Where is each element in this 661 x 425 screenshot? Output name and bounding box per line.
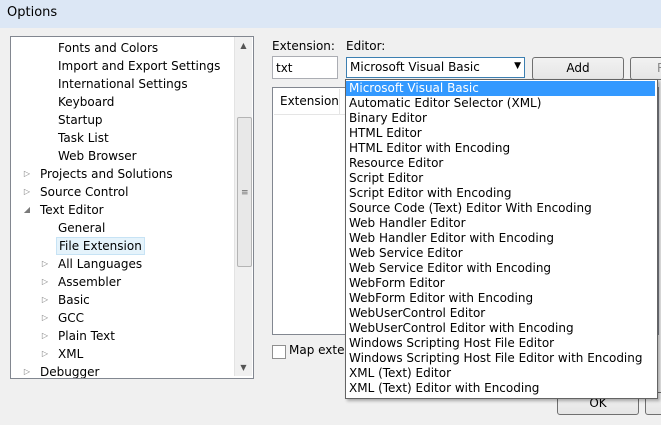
editor-combobox[interactable]: Microsoft Visual Basic ▼	[346, 57, 525, 78]
tree-item[interactable]: ▷ Projects and Solutions	[11, 165, 235, 183]
title-bar: Options	[0, 0, 661, 28]
dropdown-option[interactable]: XML (Text) Editor with Encoding	[346, 381, 655, 396]
tree-item[interactable]: ▷ Plain Text	[11, 327, 235, 345]
dropdown-option[interactable]: HTML Editor	[346, 126, 655, 141]
tree-item[interactable]: ▷ Basic	[11, 291, 235, 309]
tree-item-label: Import and Export Settings	[58, 59, 221, 73]
scroll-thumb[interactable]: ≡	[237, 117, 252, 267]
tree-item-label: Plain Text	[58, 329, 115, 343]
collapsed-arrow-icon[interactable]: ▷	[22, 363, 32, 378]
tree-item[interactable]: Task List	[11, 129, 235, 147]
tree-item-label: General	[58, 221, 106, 235]
extension-field[interactable]	[272, 56, 338, 79]
tree-item-label: Task List	[58, 131, 109, 145]
dropdown-option[interactable]: Microsoft Visual Basic	[346, 81, 655, 96]
editor-dropdown-list[interactable]: Microsoft Visual Basic Automatic Editor S…	[345, 79, 658, 399]
window-title: Options	[7, 5, 58, 20]
tree-item-label: Web Browser	[58, 149, 137, 163]
editor-combobox-value: Microsoft Visual Basic	[350, 60, 480, 74]
tree-item-label: File Extension	[56, 237, 145, 255]
collapsed-arrow-icon[interactable]: ▷	[40, 345, 50, 363]
dropdown-option[interactable]: Web Service Editor	[346, 246, 655, 261]
tree-item[interactable]: ◢ Text Editor	[11, 201, 235, 219]
tree-item[interactable]: ▷ Source Control	[11, 183, 235, 201]
column-divider[interactable]	[339, 89, 340, 114]
dropdown-option[interactable]: Script Editor with Encoding	[346, 186, 655, 201]
dropdown-option[interactable]: Web Handler Editor with Encoding	[346, 231, 655, 246]
dropdown-option[interactable]: WebUserControl Editor	[346, 306, 655, 321]
tree-item-label: Projects and Solutions	[40, 167, 173, 181]
dropdown-option[interactable]: Web Service Editor with Encoding	[346, 261, 655, 276]
collapsed-arrow-icon[interactable]: ▷	[40, 255, 50, 273]
tree-item[interactable]: File Extension	[11, 237, 235, 255]
dropdown-option[interactable]: Windows Scripting Host File Editor	[346, 336, 655, 351]
tree-item-label: Source Control	[40, 185, 129, 199]
tree-item-label: All Languages	[58, 257, 143, 271]
tree-item[interactable]: Keyboard	[11, 93, 235, 111]
expanded-arrow-icon[interactable]: ◢	[22, 201, 32, 219]
dropdown-option[interactable]: WebForm Editor with Encoding	[346, 291, 655, 306]
tree-item-label: Text Editor	[40, 203, 104, 217]
dropdown-option[interactable]: Resource Editor	[346, 156, 655, 171]
dropdown-option[interactable]: WebForm Editor	[346, 276, 655, 291]
collapsed-arrow-icon[interactable]: ▷	[40, 309, 50, 327]
tree-item-label: Assembler	[58, 275, 122, 289]
tree-item[interactable]: ▷ XML	[11, 345, 235, 363]
tree-item[interactable]: ▷ Assembler	[11, 273, 235, 291]
tree-item[interactable]: International Settings	[11, 75, 235, 93]
collapsed-arrow-icon[interactable]: ▷	[22, 183, 32, 201]
dropdown-option[interactable]: Windows Scripting Host File Editor with …	[346, 351, 655, 366]
tree-item[interactable]: ▷ GCC	[11, 309, 235, 327]
scroll-up-icon[interactable]: ▲	[235, 37, 252, 54]
tree-item[interactable]: ▷ Debugger	[11, 363, 235, 379]
tree-item-label: Fonts and Colors	[58, 41, 159, 55]
dropdown-option[interactable]: HTML Editor with Encoding	[346, 141, 655, 156]
tree-scrollbar[interactable]: ▲ ≡ ▼	[234, 37, 252, 376]
editor-label: Editor:	[346, 39, 386, 53]
dropdown-option[interactable]: Web Handler Editor	[346, 216, 655, 231]
map-extension-checkbox[interactable]	[272, 345, 286, 359]
dropdown-option[interactable]: Automatic Editor Selector (XML)	[346, 96, 655, 111]
extension-column-header[interactable]: Extension	[280, 94, 339, 108]
tree-item-label: Basic	[58, 293, 90, 307]
extension-label: Extension:	[272, 39, 335, 53]
collapsed-arrow-icon[interactable]: ▷	[22, 165, 32, 183]
dropdown-option[interactable]: WebUserControl Editor with Encoding	[346, 321, 655, 336]
chevron-down-icon[interactable]: ▼	[514, 61, 521, 71]
collapsed-arrow-icon[interactable]: ▷	[40, 291, 50, 309]
collapsed-arrow-icon[interactable]: ▷	[40, 327, 50, 345]
grip-icon: ≡	[241, 188, 249, 198]
collapsed-arrow-icon[interactable]: ▷	[40, 273, 50, 291]
tree-item[interactable]: Startup	[11, 111, 235, 129]
dropdown-option[interactable]: Binary Editor	[346, 111, 655, 126]
remove-button[interactable]: R	[630, 57, 661, 80]
dropdown-option[interactable]: Script Editor	[346, 171, 655, 186]
tree-item-label: Debugger	[40, 365, 100, 379]
options-tree[interactable]: Fonts and Colors Import and Export Settin…	[10, 36, 254, 379]
dropdown-option[interactable]: XML (Text) Editor	[346, 366, 655, 381]
tree-item[interactable]: Fonts and Colors	[11, 39, 235, 57]
tree-item[interactable]: ▷ All Languages	[11, 255, 235, 273]
dropdown-option[interactable]: Source Code (Text) Editor With Encoding	[346, 201, 655, 216]
tree-item[interactable]: General	[11, 219, 235, 237]
tree-item-label: International Settings	[58, 77, 188, 91]
add-button[interactable]: Add	[532, 57, 624, 80]
tree-item[interactable]: Import and Export Settings	[11, 57, 235, 75]
extension-input[interactable]	[276, 59, 332, 76]
tree-item-label: Startup	[58, 113, 103, 127]
tree-item[interactable]: Web Browser	[11, 147, 235, 165]
tree-item-label: XML	[58, 347, 84, 361]
scroll-down-icon[interactable]: ▼	[235, 359, 252, 376]
tree-item-label: GCC	[58, 311, 85, 325]
tree-item-label: Keyboard	[58, 95, 115, 109]
